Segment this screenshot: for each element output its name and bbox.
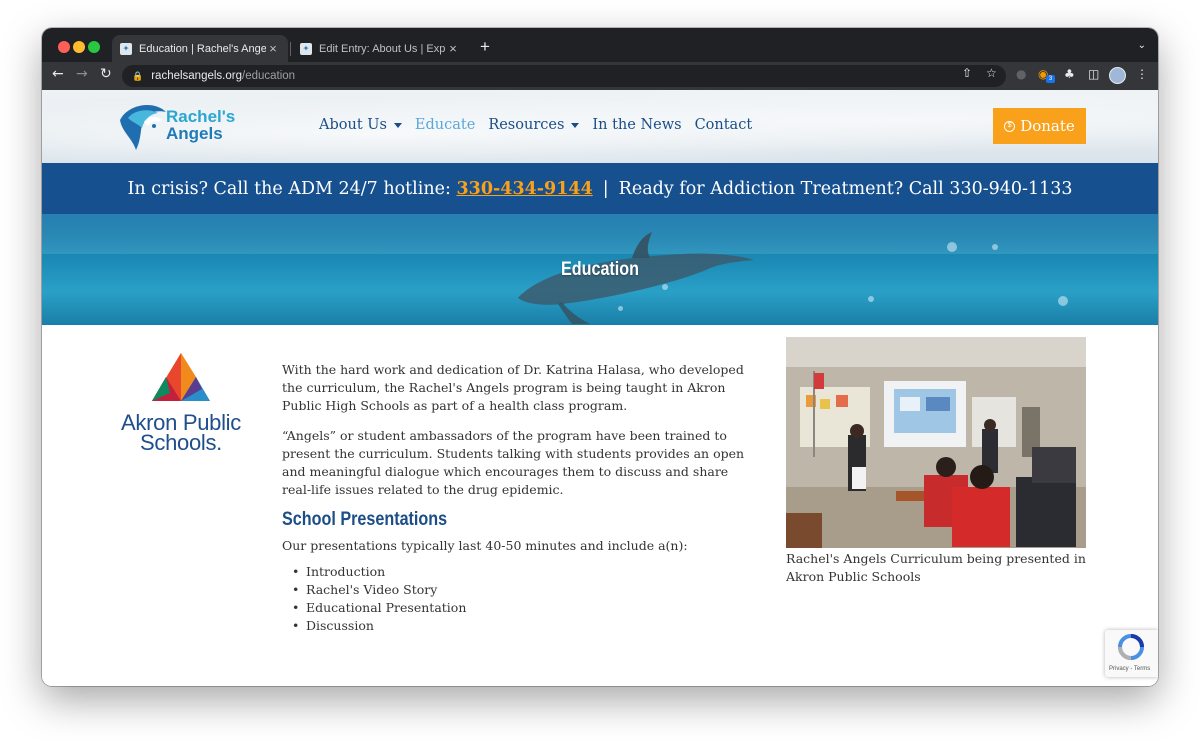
nav-in-the-news[interactable]: In the News: [592, 117, 681, 133]
maximize-window-button[interactable]: [88, 41, 100, 53]
nav-label: Contact: [694, 117, 753, 133]
browser-window: ✦ Education | Rachel's Angels × ✦ Edit E…: [42, 28, 1158, 686]
close-tab-icon[interactable]: ×: [266, 41, 280, 56]
tab-title: Education | Rachel's Angels: [139, 42, 266, 55]
extensions-puzzle-icon[interactable]: ♣: [1064, 67, 1075, 81]
presentation-list: Introduction Rachel's Video Story Educat…: [282, 563, 752, 635]
logo-wordmark[interactable]: Rachel's Angels: [166, 108, 235, 142]
close-window-button[interactable]: [58, 41, 70, 53]
crisis-prefix: In crisis? Call the ADM 24/7 hotline:: [127, 178, 451, 199]
main-navigation: About Us Educate Resources In the News C…: [319, 117, 765, 133]
list-item: Discussion: [282, 617, 752, 635]
nav-educate[interactable]: Educate: [415, 117, 475, 133]
web-page: Rachel's Angels About Us Educate Resourc…: [42, 90, 1158, 686]
share-icon[interactable]: ⇧: [962, 66, 972, 80]
donate-label: Donate: [1020, 117, 1075, 135]
crisis-separator: |: [602, 178, 609, 199]
hero-banner: Education: [42, 214, 1158, 325]
paragraph-presentations: Our presentations typically last 40-50 m…: [282, 538, 688, 553]
extension-badge: 3: [1046, 75, 1055, 83]
nav-label: Educate: [414, 117, 476, 133]
page-title: Education: [560, 259, 640, 280]
akron-line-2: Schools.: [140, 430, 222, 455]
bubble: [662, 284, 668, 290]
recaptcha-badge[interactable]: Privacy - Terms: [1105, 630, 1158, 677]
donate-button[interactable]: $ Donate: [993, 108, 1086, 144]
nav-resources[interactable]: Resources: [488, 117, 580, 133]
crisis-banner: In crisis? Call the ADM 24/7 hotline: 33…: [42, 163, 1158, 214]
list-item: Educational Presentation: [282, 599, 752, 617]
more-menu-icon[interactable]: ⋮: [1136, 67, 1148, 81]
nav-label: Resources: [488, 117, 565, 133]
tab-strip: ✦ Education | Rachel's Angels × ✦ Edit E…: [42, 28, 1158, 62]
tab-divider: [290, 42, 291, 56]
logo-line-2: Angels: [166, 124, 223, 143]
nav-label: In the News: [592, 117, 682, 133]
akron-logo-wordmark: Akron Public Schools.: [114, 412, 248, 455]
profile-avatar[interactable]: [1109, 67, 1126, 84]
extension-icon[interactable]: ●: [1016, 67, 1026, 81]
tab-search-icon[interactable]: ⌄: [1138, 40, 1146, 51]
browser-toolbar: ← → ↻ 🔒 rachelsangels.org/education ⇧ ☆ …: [42, 62, 1158, 90]
nav-label: About Us: [319, 117, 387, 133]
address-bar[interactable]: 🔒 rachelsangels.org/education: [122, 65, 1006, 87]
new-tab-icon[interactable]: +: [480, 37, 490, 57]
paragraph-intro: With the hard work and dedication of Dr.…: [282, 362, 744, 413]
hotline-link[interactable]: 330-434-9144: [456, 179, 592, 199]
tab-edit-entry[interactable]: ✦ Edit Entry: About Us | Expressi ×: [292, 35, 468, 62]
treatment-text: Ready for Addiction Treatment? Call 330-…: [618, 178, 1073, 199]
bubble: [618, 306, 623, 311]
back-arrow-icon[interactable]: ←: [52, 66, 64, 82]
photo-caption: Rachel's Angels Curriculum being present…: [786, 551, 1086, 584]
reload-icon[interactable]: ↻: [100, 66, 112, 82]
bubble: [992, 244, 998, 250]
side-panel-icon[interactable]: ◫: [1088, 67, 1099, 81]
tab-education[interactable]: ✦ Education | Rachel's Angels ×: [112, 35, 288, 62]
recaptcha-label: Privacy - Terms: [1109, 666, 1151, 672]
classroom-photo: [786, 337, 1086, 548]
recaptcha-icon: [1118, 634, 1144, 660]
list-item: Rachel's Video Story: [282, 581, 752, 599]
list-item: Introduction: [282, 563, 752, 581]
forward-arrow-icon[interactable]: →: [76, 66, 88, 82]
article-body: With the hard work and dedication of Dr.…: [282, 361, 752, 635]
bookmark-star-icon[interactable]: ☆: [986, 66, 997, 80]
caret-down-icon: [571, 122, 580, 128]
nav-about-us[interactable]: About Us: [319, 117, 402, 133]
nav-contact[interactable]: Contact: [695, 117, 753, 133]
bubble: [1058, 296, 1068, 306]
dollar-coin-icon: $: [1004, 120, 1016, 132]
bubble: [947, 242, 957, 252]
close-tab-icon[interactable]: ×: [446, 41, 460, 56]
site-favicon-icon: ✦: [120, 42, 132, 55]
tab-title: Edit Entry: About Us | Expressi: [319, 42, 446, 55]
logo-line-1: Rachel's: [166, 107, 236, 126]
minimize-window-button[interactable]: [73, 41, 85, 53]
address-host: rachelsangels.org: [151, 70, 242, 82]
lock-icon: 🔒: [132, 70, 144, 81]
main-content: Akron Public Schools. With the hard work…: [42, 325, 1158, 686]
section-heading: School Presentations: [282, 509, 448, 530]
address-path: /education: [242, 70, 296, 82]
caret-down-icon: [393, 122, 402, 128]
site-favicon-icon: ✦: [300, 42, 312, 55]
bubble: [868, 296, 874, 302]
site-header: Rachel's Angels About Us Educate Resourc…: [42, 90, 1158, 163]
paragraph-angels: “Angels” or student ambassadors of the p…: [282, 428, 745, 497]
